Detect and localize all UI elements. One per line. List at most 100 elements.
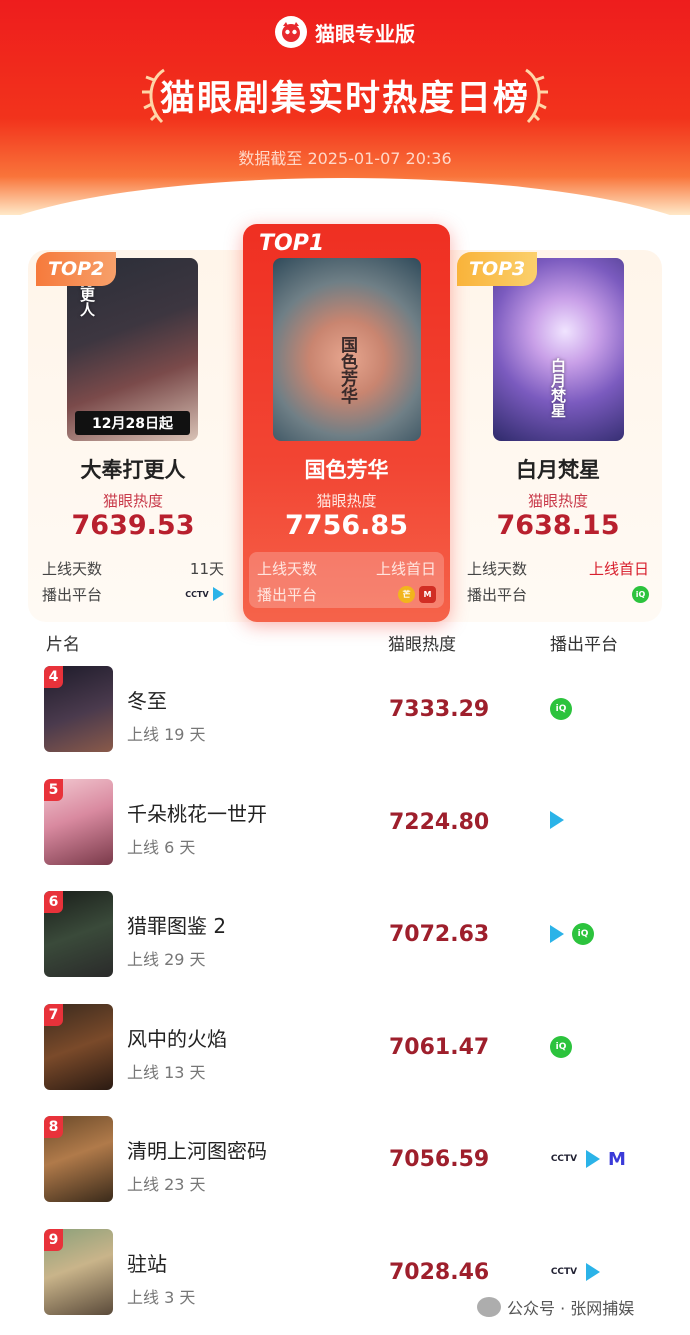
poster-text: 白月梵星 — [549, 358, 567, 418]
cctv-icon: CCTV — [185, 589, 209, 599]
rank-badge: 8 — [44, 1116, 63, 1138]
podium-card-top2[interactable]: 打更人 12月28日起 TOP2 大奉打更人 猫眼热度 7639.53 上线天数… — [30, 250, 236, 622]
mango-tv-icon: 芒 — [398, 585, 415, 603]
platform-label: 播出平台 — [467, 585, 528, 604]
days-value: 上线首日 — [375, 559, 436, 578]
heat-label: 猫眼热度 — [102, 492, 163, 510]
heat-value: 7639.53 — [71, 510, 195, 541]
show-title: 国色芳华 — [304, 458, 389, 482]
tencent-video-icon — [550, 811, 564, 829]
thumbnail: 7 — [44, 1004, 113, 1090]
platforms: iQ — [550, 1036, 572, 1058]
days-label: 上线天数 — [257, 559, 318, 578]
show-title: 千朵桃花一世开 — [127, 802, 267, 826]
brand: 猫眼专业版 — [0, 16, 690, 48]
tencent-video-icon — [213, 587, 224, 601]
days-online: 上线 29 天 — [127, 950, 206, 969]
days-online: 上线 6 天 — [127, 838, 196, 857]
platforms — [550, 811, 564, 829]
days-label: 上线天数 — [42, 559, 103, 578]
wechat-icon — [477, 1297, 501, 1317]
list-item[interactable]: 4 冬至 上线 19 天 7333.29 iQ — [0, 666, 690, 766]
col-platform: 播出平台 — [550, 635, 618, 655]
platforms: iQ — [550, 698, 572, 720]
days-row: 上线天数 上线首日 — [257, 556, 436, 580]
tencent-video-icon — [586, 1263, 600, 1281]
poster: 国色芳华 — [273, 258, 421, 441]
days-label: 上线天数 — [467, 559, 528, 578]
iqiyi-icon: iQ — [550, 698, 572, 720]
iqiyi-icon: iQ — [550, 1036, 572, 1058]
thumbnail: 5 — [44, 779, 113, 865]
thumbnail: 6 — [44, 891, 113, 977]
days-value: 11天 — [189, 559, 224, 578]
heat-value: 7638.15 — [496, 510, 620, 541]
podium-card-top3[interactable]: 白月梵星 TOP3 白月梵星 猫眼热度 7638.15 上线天数 上线首日 播出… — [455, 250, 661, 622]
iqiyi-icon: iQ — [572, 923, 594, 945]
page-title: 猫眼剧集实时热度日榜 — [159, 79, 530, 119]
platform-label: 播出平台 — [257, 585, 318, 604]
platform-row: 播出平台 iQ — [467, 582, 649, 606]
thumbnail: 9 — [44, 1229, 113, 1315]
platforms: CCTV M — [550, 1148, 626, 1170]
rank-badge: 5 — [44, 779, 63, 801]
col-heat: 猫眼热度 — [388, 635, 456, 655]
mgtv-icon: M — [419, 585, 436, 603]
show-title: 驻站 — [127, 1252, 167, 1276]
rank-badge: 4 — [44, 666, 63, 688]
platform-row: 播出平台 芒 M — [257, 582, 436, 606]
iqiyi-icon: iQ — [632, 585, 649, 603]
brand-name: 猫眼专业版 — [315, 21, 415, 46]
days-online: 上线 3 天 — [127, 1288, 196, 1307]
migu-icon: M — [608, 1148, 626, 1170]
platform-label: 播出平台 — [42, 585, 103, 604]
list-item[interactable]: 8 清明上河图密码 上线 23 天 7056.59 CCTV M — [0, 1116, 690, 1216]
poster-date: 12月28日起 — [75, 411, 190, 435]
show-title: 冬至 — [127, 689, 167, 713]
show-title: 大奉打更人 — [80, 458, 186, 482]
header-banner: 猫眼专业版 猫眼剧集实时热度日榜 数据截至 2025-01-07 20:36 — [0, 0, 690, 215]
rank-tag: TOP3 — [457, 252, 538, 286]
heat-label: 猫眼热度 — [527, 492, 588, 510]
cctv-icon: CCTV — [550, 1267, 578, 1277]
show-title: 风中的火焰 — [127, 1027, 227, 1051]
heat-value: 7028.46 — [389, 1260, 490, 1285]
platforms: iQ — [550, 923, 594, 945]
rank-badge: 7 — [44, 1004, 63, 1026]
show-title: 白月梵星 — [516, 458, 600, 482]
platform-row: 播出平台 CCTV — [42, 582, 224, 606]
days-online: 上线 19 天 — [127, 725, 206, 744]
list-item[interactable]: 6 猎罪图鉴 2 上线 29 天 7072.63 iQ — [0, 891, 690, 991]
platforms: CCTV — [550, 1261, 600, 1283]
rank-tag: TOP1 — [259, 230, 325, 256]
maoyan-logo-icon — [275, 16, 307, 48]
poster-text: 国色芳华 — [337, 336, 357, 404]
days-row: 上线天数 上线首日 — [467, 556, 649, 580]
heat-value: 7333.29 — [389, 697, 490, 722]
heat-value: 7072.63 — [389, 922, 490, 947]
heat-label: 猫眼热度 — [316, 492, 377, 510]
list-item[interactable]: 7 风中的火焰 上线 13 天 7061.47 iQ — [0, 1004, 690, 1104]
days-online: 上线 13 天 — [127, 1063, 206, 1082]
days-row: 上线天数 11天 — [42, 556, 224, 580]
heat-value: 7061.47 — [389, 1035, 490, 1060]
tencent-video-icon — [586, 1150, 600, 1168]
show-title: 猎罪图鉴 2 — [127, 914, 227, 938]
cctv-icon: CCTV — [550, 1154, 578, 1164]
days-value: 上线首日 — [588, 559, 649, 578]
rank-badge: 6 — [44, 891, 63, 913]
show-title: 清明上河图密码 — [127, 1139, 267, 1163]
tencent-video-icon — [550, 925, 564, 943]
heat-value: 7756.85 — [285, 510, 408, 541]
list-item[interactable]: 5 千朵桃花一世开 上线 6 天 7224.80 — [0, 779, 690, 879]
update-timestamp: 数据截至 2025-01-07 20:36 — [238, 149, 452, 168]
watermark: 公众号 · 张网捕娱 — [477, 1295, 634, 1319]
thumbnail: 8 — [44, 1116, 113, 1202]
rank-badge: 9 — [44, 1229, 63, 1251]
watermark-text: 公众号 · 张网捕娱 — [507, 1299, 635, 1318]
podium-card-top1[interactable]: TOP1 国色芳华 国色芳华 猫眼热度 7756.85 上线天数 上线首日 播出… — [243, 224, 450, 622]
heat-value: 7224.80 — [389, 810, 490, 835]
laurel-icon — [525, 68, 548, 124]
col-name: 片名 — [46, 635, 80, 655]
list-header: 片名 猫眼热度 播出平台 — [0, 630, 690, 656]
